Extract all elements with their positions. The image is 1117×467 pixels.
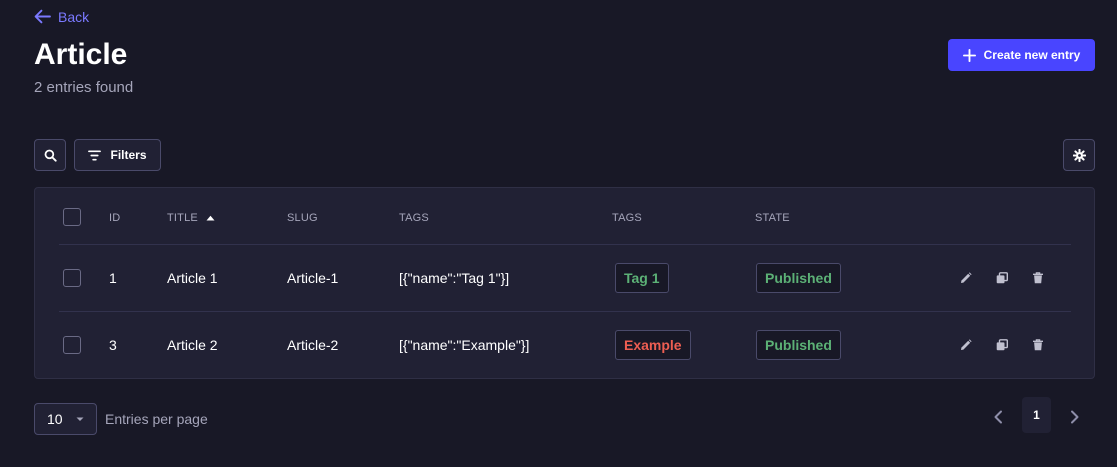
chevron-left-icon — [994, 410, 1002, 424]
plus-icon — [962, 48, 976, 62]
settings-button[interactable] — [1063, 139, 1095, 171]
row-title: Article 1 — [167, 270, 218, 286]
row-checkbox[interactable] — [63, 269, 81, 287]
tag-badge: Example — [615, 330, 691, 360]
arrow-left-icon — [34, 9, 51, 24]
search-button[interactable] — [34, 139, 66, 171]
column-header-state: STATE — [755, 212, 790, 224]
delete-button[interactable] — [1029, 336, 1047, 354]
chevron-right-icon — [1071, 410, 1079, 424]
trash-icon — [1033, 339, 1043, 351]
row-slug: Article-2 — [287, 337, 339, 353]
previous-page-button[interactable] — [986, 405, 1010, 429]
tag-badge: Tag 1 — [615, 263, 669, 293]
row-checkbox[interactable] — [63, 336, 81, 354]
gear-icon — [1072, 148, 1086, 162]
column-header-slug[interactable]: SLUG — [287, 212, 318, 224]
status-badge: Published — [756, 263, 841, 293]
search-icon — [44, 149, 57, 162]
page-title: Article — [34, 38, 128, 71]
trash-icon — [1033, 272, 1043, 284]
row-id: 3 — [109, 337, 117, 353]
entries-count: 2 entries found — [34, 79, 134, 96]
column-header-tags-json: TAGS — [399, 212, 429, 224]
row-slug: Article-1 — [287, 270, 339, 286]
filters-button[interactable]: Filters — [74, 139, 161, 171]
row-title: Article 2 — [167, 337, 218, 353]
delete-button[interactable] — [1029, 269, 1047, 287]
page-1-button[interactable]: 1 — [1022, 397, 1051, 433]
row-divider — [59, 311, 1071, 312]
filter-icon — [88, 149, 102, 161]
column-header-id[interactable]: ID — [109, 212, 120, 224]
create-new-entry-label: Create new entry — [983, 48, 1081, 62]
caret-up-icon — [206, 215, 215, 221]
edit-button[interactable] — [957, 336, 975, 354]
edit-button[interactable] — [957, 269, 975, 287]
filters-label: Filters — [110, 148, 147, 162]
create-new-entry-button[interactable]: Create new entry — [948, 39, 1095, 71]
back-link[interactable]: Back — [34, 8, 89, 25]
row-tags-json: [{"name":"Tag 1"}] — [399, 270, 510, 286]
caret-down-icon — [76, 417, 84, 421]
entries-per-page-select[interactable]: 10 — [34, 403, 97, 435]
pencil-icon — [961, 339, 972, 350]
next-page-button[interactable] — [1063, 405, 1087, 429]
back-label: Back — [58, 8, 90, 25]
duplicate-icon — [996, 339, 1008, 351]
status-badge: Published — [756, 330, 841, 360]
column-header-tags: TAGS — [612, 212, 642, 224]
row-id: 1 — [109, 270, 117, 286]
column-header-title[interactable]: TITLE — [167, 212, 215, 224]
duplicate-button[interactable] — [993, 336, 1011, 354]
entries-table: ID TITLE SLUG TAGS TAGS STATE 1 Article … — [34, 187, 1095, 379]
content-manager-list-view: Back Article 2 entries found Create new … — [0, 0, 1117, 467]
per-page-value: 10 — [47, 411, 63, 427]
row-tags-json: [{"name":"Example"}] — [399, 337, 530, 353]
pencil-icon — [961, 272, 972, 283]
select-all-checkbox[interactable] — [63, 208, 81, 226]
duplicate-icon — [996, 272, 1008, 284]
header-divider — [59, 244, 1071, 245]
duplicate-button[interactable] — [993, 269, 1011, 287]
entries-per-page-label: Entries per page — [105, 411, 208, 427]
